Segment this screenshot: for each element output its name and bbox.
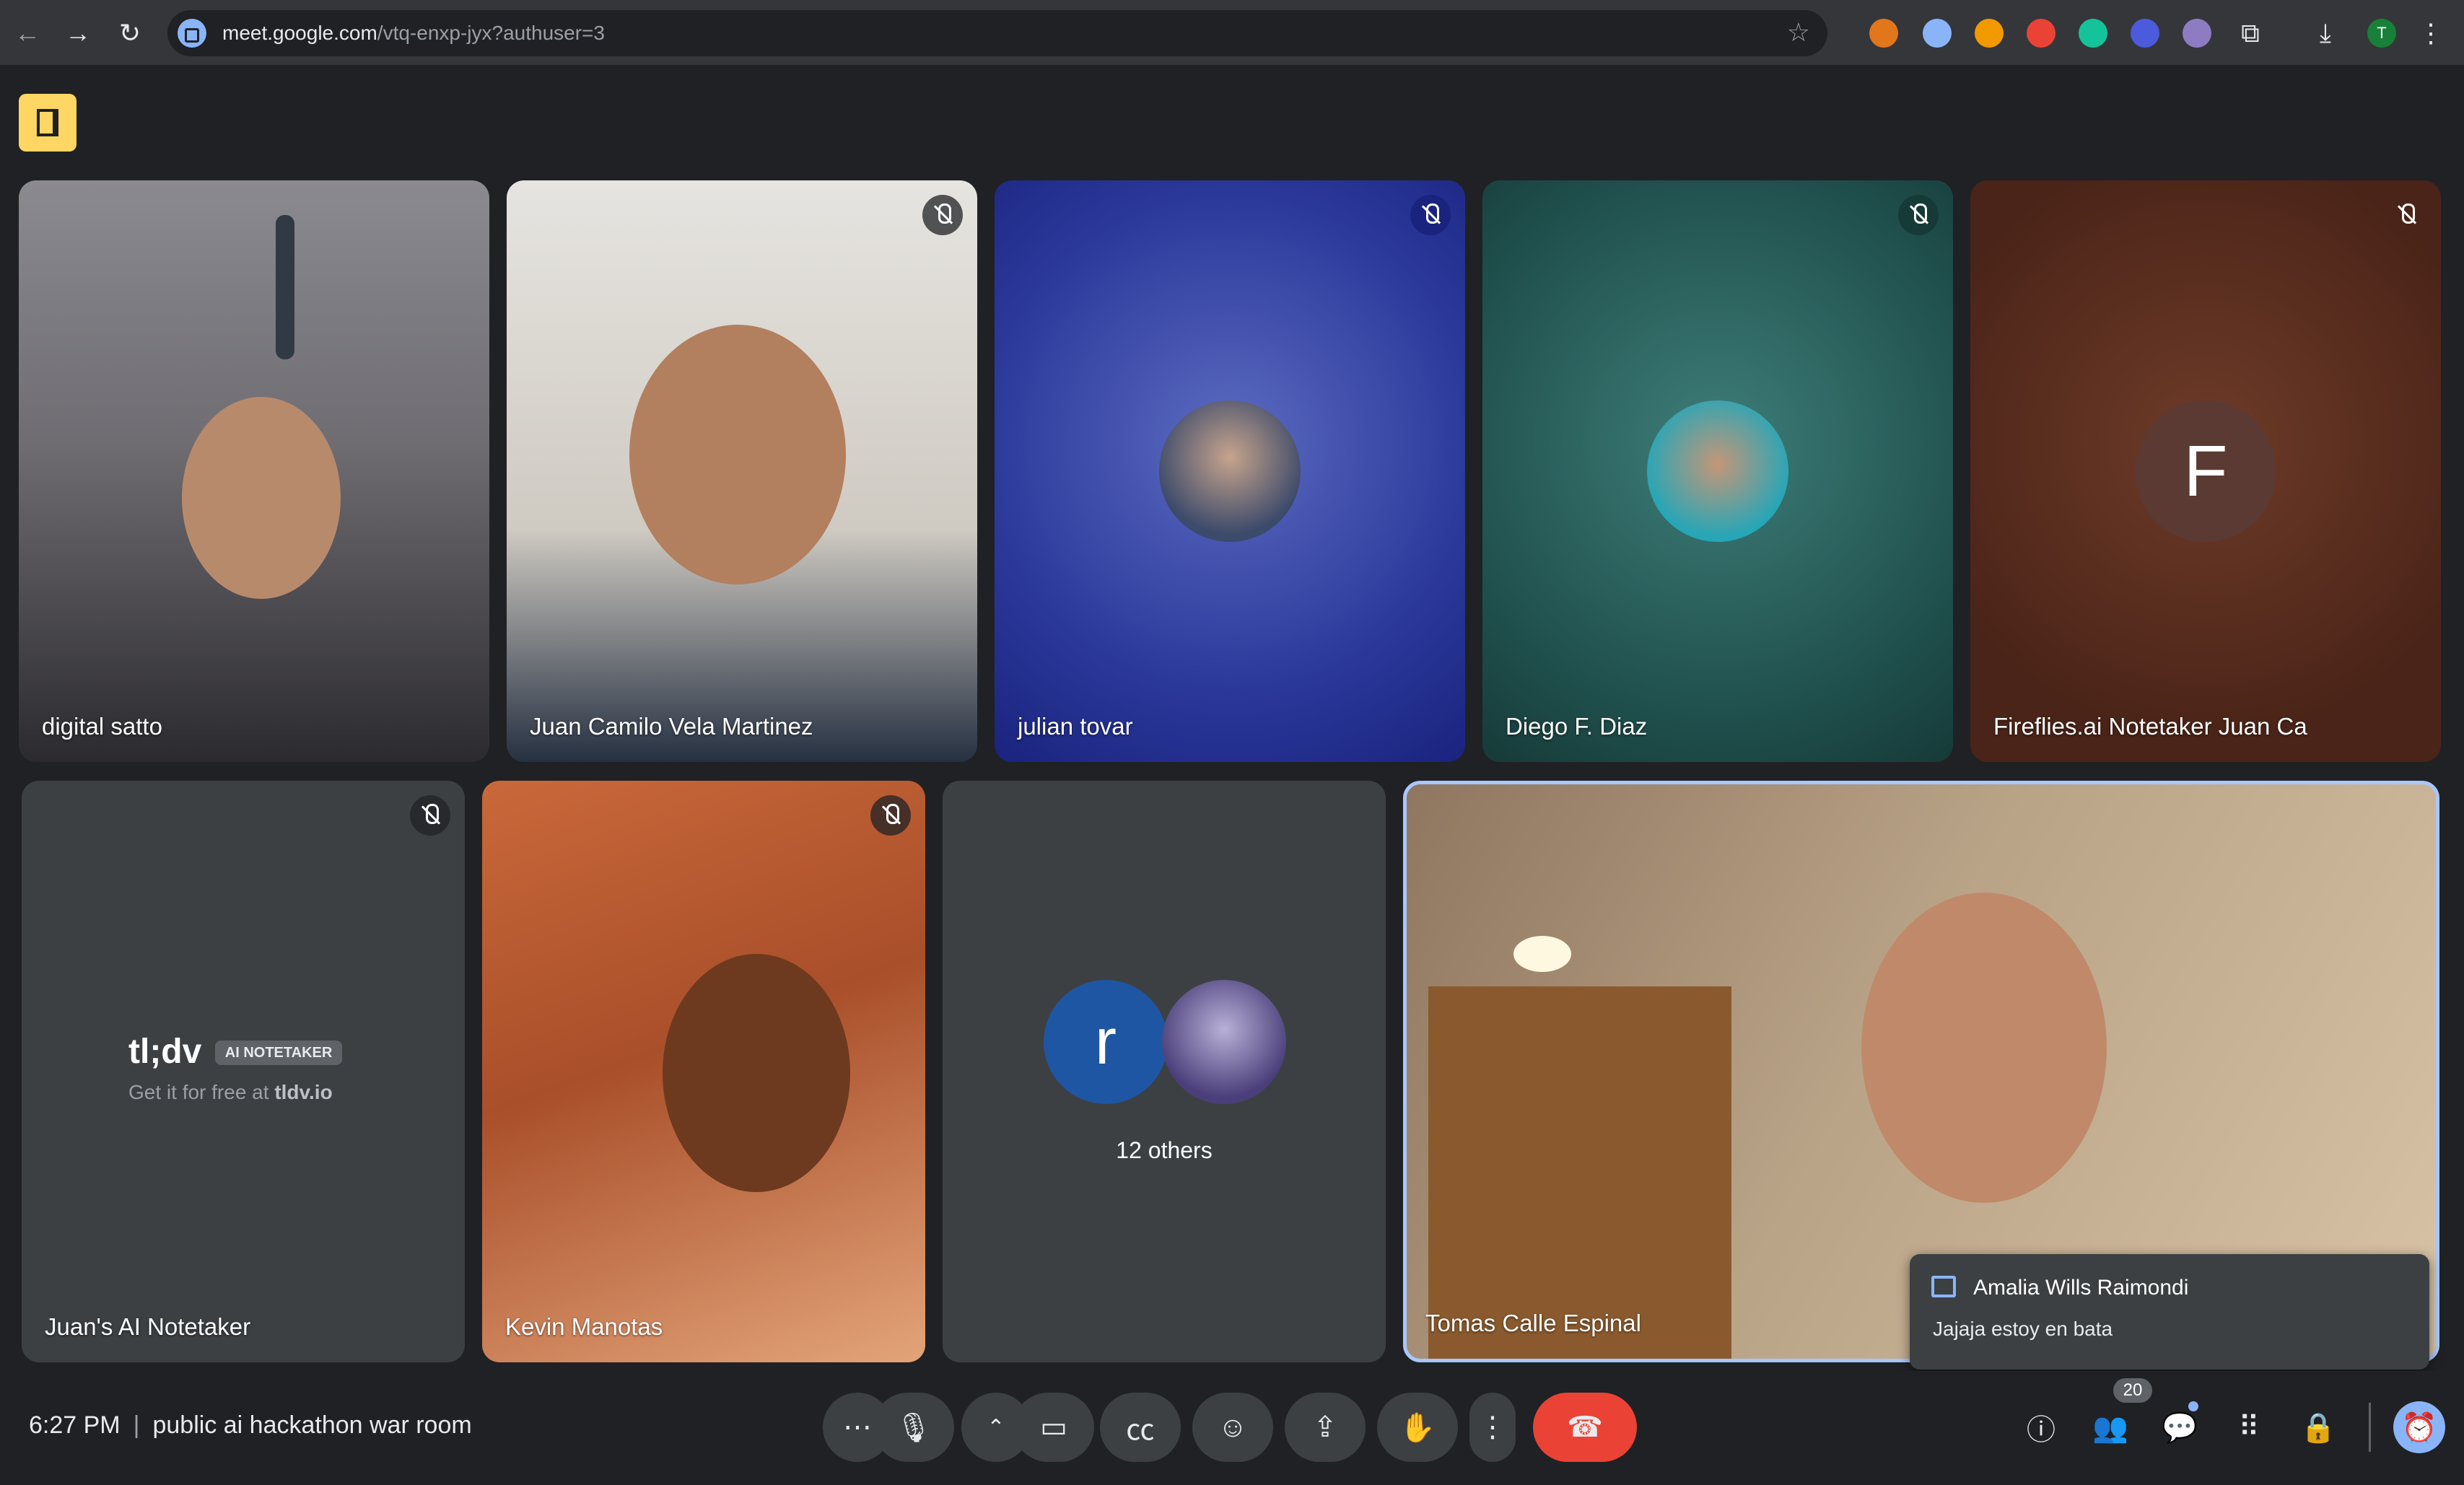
participant-avatar: [1159, 400, 1301, 542]
unread-dot: [2188, 1401, 2198, 1411]
participant-name: Kevin Manotas: [505, 1313, 663, 1340]
wooden-door: [1428, 986, 1731, 1359]
extension-icon[interactable]: [1923, 19, 1952, 48]
meeting-title: public ai hackathon war room: [152, 1411, 472, 1439]
forward-arrow-icon[interactable]: →: [61, 16, 95, 51]
chat-message: Jajaja estoy en bata: [1933, 1318, 2113, 1340]
participant-count-badge: 20: [2113, 1378, 2152, 1403]
people-icon[interactable]: 👥: [2090, 1407, 2131, 1447]
meeting-controls-bar: 6:27 PM | public ai hackathon war room ⋯ 🎙…: [0, 1371, 2464, 1485]
participant-tile[interactable]: F Fireflies.ai Notetaker Juan Ca: [1970, 180, 2441, 762]
divider: [2369, 1403, 2371, 1452]
participant-name: Fireflies.ai Notetaker Juan Ca: [1993, 713, 2307, 740]
participant-video: [182, 397, 341, 599]
end-call-button[interactable]: ☎: [1533, 1393, 1637, 1462]
camera-icon[interactable]: ▭: [1013, 1393, 1094, 1462]
extension-icon[interactable]: [2131, 19, 2159, 48]
ceiling-light: [1513, 936, 1571, 972]
participant-name: Juan Camilo Vela Martinez: [530, 713, 813, 740]
meeting-details-info-icon[interactable]: ⓘ: [2021, 1407, 2061, 1447]
captions-icon[interactable]: ㏄: [1100, 1393, 1181, 1462]
participant-video: [629, 325, 846, 584]
meeting-info: 6:27 PM | public ai hackathon war room: [29, 1411, 472, 1439]
tldv-brand: tl;dv AI NOTETAKER: [128, 1032, 343, 1072]
participant-avatar: r: [1044, 980, 1168, 1104]
participant-tile[interactable]: Juan Camilo Vela Martinez: [507, 180, 977, 762]
participant-name: digital satto: [42, 713, 162, 740]
meet-site-icon: [178, 19, 206, 48]
extension-icon[interactable]: [2183, 19, 2211, 48]
mic-off-icon: [1410, 195, 1451, 235]
meeting-time: 6:27 PM: [29, 1411, 121, 1439]
chrome-menu-icon[interactable]: ⋮: [2413, 16, 2448, 51]
more-options-icon[interactable]: ⋮: [1469, 1393, 1516, 1462]
profile-avatar[interactable]: T: [2367, 19, 2396, 48]
participant-tile[interactable]: Kevin Manotas: [482, 781, 925, 1362]
participant-tile[interactable]: digital satto: [19, 180, 489, 762]
participant-avatar: [1647, 400, 1788, 542]
participant-avatar: [1162, 980, 1286, 1104]
participant-name: Tomas Calle Espinal: [1425, 1310, 1641, 1336]
tldv-logo: tl;dv: [128, 1033, 202, 1071]
participant-name: Diego F. Diaz: [1506, 713, 1648, 740]
mic-off-icon: [1898, 195, 1939, 235]
reload-icon[interactable]: ↻: [113, 16, 147, 51]
browser-toolbar: ← → ↻ meet.google.com/vtq-enxp-jyx?authu…: [0, 0, 2464, 66]
timer-clock-icon[interactable]: ⏰: [2393, 1401, 2445, 1453]
participant-video: [1861, 893, 2107, 1203]
activities-grid-icon[interactable]: ⠿: [2229, 1407, 2269, 1447]
raise-hand-icon[interactable]: ✋: [1377, 1393, 1458, 1462]
present-screen-icon[interactable]: ⇪: [1285, 1393, 1366, 1462]
participant-tile[interactable]: tl;dv AI NOTETAKER Get it for free at tl…: [22, 781, 465, 1362]
emoji-reaction-icon[interactable]: ☺: [1192, 1393, 1273, 1462]
participant-video: [663, 954, 850, 1192]
grammarly-extension-icon[interactable]: [2079, 19, 2107, 48]
chat-icon[interactable]: 💬: [2159, 1407, 2200, 1447]
participant-avatar: F: [2135, 400, 2276, 542]
participant-tile[interactable]: julian tovar: [995, 180, 1465, 762]
chat-message-icon: [1931, 1276, 1956, 1297]
extension-icon[interactable]: [1975, 19, 2004, 48]
others-count-label: 12 others: [1116, 1137, 1213, 1163]
url-text: meet.google.com/vtq-enxp-jyx?authuser=3: [222, 22, 605, 44]
rocket-figure: [276, 215, 294, 359]
microphone-icon[interactable]: 🎙: [873, 1393, 954, 1462]
tldv-promo: Get it for free at tldv.io: [128, 1081, 333, 1103]
back-arrow-icon[interactable]: ←: [10, 16, 45, 51]
chat-sender: Amalia Wills Raimondi: [1973, 1276, 2189, 1300]
mic-off-icon: [2386, 195, 2426, 235]
extensions-puzzle-icon[interactable]: ⧉: [2233, 16, 2268, 51]
extension-icon[interactable]: [2027, 19, 2055, 48]
others-tile[interactable]: r 12 others: [943, 781, 1386, 1362]
ai-notetaker-badge: AI NOTETAKER: [214, 1041, 343, 1065]
host-controls-lock-icon[interactable]: 🔒: [2298, 1407, 2338, 1447]
mic-off-icon: [922, 195, 963, 235]
participant-name: julian tovar: [1018, 713, 1133, 740]
leave-room-door-icon[interactable]: [19, 94, 77, 152]
mic-off-icon: [870, 795, 911, 836]
address-bar[interactable]: meet.google.com/vtq-enxp-jyx?authuser=3 …: [167, 10, 1827, 56]
bookmark-star-icon[interactable]: ☆: [1787, 17, 1810, 48]
chat-notification[interactable]: Amalia Wills Raimondi Jajaja estoy en ba…: [1910, 1254, 2429, 1370]
download-icon[interactable]: ⤓: [2308, 16, 2343, 51]
mic-off-icon: [410, 795, 450, 836]
metamask-extension-icon[interactable]: [1869, 19, 1898, 48]
participant-name: Juan's AI Notetaker: [45, 1313, 251, 1340]
participant-tile[interactable]: Diego F. Diaz: [1482, 180, 1953, 762]
